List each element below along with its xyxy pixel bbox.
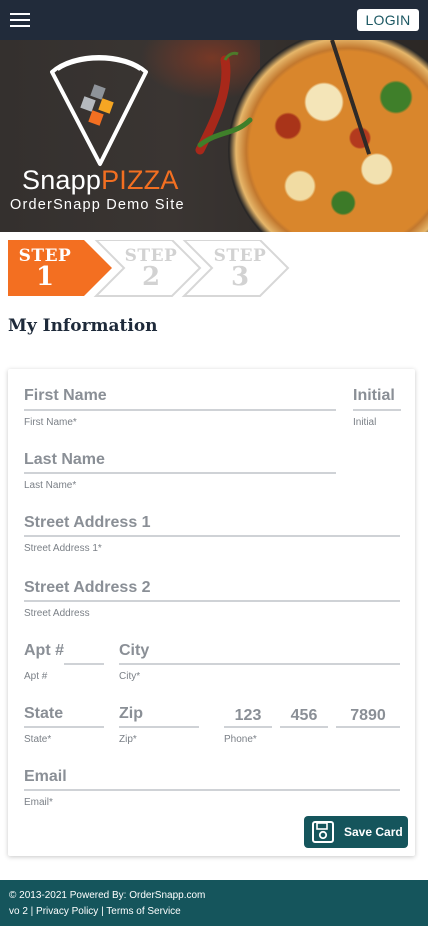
last-name-field[interactable]: Last Name Last Name*: [24, 451, 336, 491]
footer-copyright: © 2013-2021 Powered By: OrderSnapp.com: [9, 890, 206, 901]
street-address-1-underline: [24, 535, 400, 537]
last-name-underline: [24, 472, 336, 474]
state-underline: [24, 726, 104, 728]
phone-prefix-input[interactable]: 456: [280, 707, 328, 725]
hero-banner: SnappPIZZA OrderSnapp Demo Site: [0, 40, 428, 232]
first-name-label: First Name*: [24, 417, 77, 428]
step-2-label[interactable]: STEP 2: [106, 247, 196, 290]
brand-subtitle: OrderSnapp Demo Site: [10, 197, 185, 213]
footer-links[interactable]: vo 2 | Privacy Policy | Terms of Service: [9, 906, 181, 917]
brand-name-part1: Snapp: [22, 165, 102, 195]
phone-field: 123 456 7890 Phone*: [224, 705, 400, 745]
step-indicator: STEP 1 STEP 2 STEP 3: [8, 240, 290, 298]
phone-prefix-underline: [280, 726, 328, 728]
zip-placeholder: Zip: [119, 705, 143, 722]
street-address-1-placeholder: Street Address 1: [24, 514, 151, 531]
phone-label: Phone*: [224, 734, 257, 745]
last-name-placeholder: Last Name: [24, 451, 105, 468]
section-title: My Information: [8, 316, 158, 336]
city-underline: [119, 663, 400, 665]
phone-line-number-input[interactable]: 7890: [336, 707, 400, 725]
email-label: Email*: [24, 797, 53, 808]
state-placeholder: State: [24, 705, 64, 722]
login-button[interactable]: LOGIN: [357, 9, 419, 31]
footer: © 2013-2021 Powered By: OrderSnapp.com v…: [0, 880, 428, 926]
apt-placeholder: Apt #: [24, 642, 64, 659]
street-address-2-underline: [24, 600, 400, 602]
first-name-placeholder: First Name: [24, 387, 107, 404]
apt-label: Apt #: [24, 671, 48, 682]
street-address-1-field[interactable]: Street Address 1 Street Address 1*: [24, 514, 400, 554]
first-name-field[interactable]: First Name First Name*: [24, 387, 336, 428]
phone-area-code-underline: [224, 726, 272, 728]
phone-area-code-input[interactable]: 123: [224, 707, 272, 725]
first-name-underline: [24, 409, 336, 411]
email-underline: [24, 789, 400, 791]
zip-field[interactable]: Zip Zip*: [119, 705, 199, 745]
zip-underline: [119, 726, 199, 728]
information-form-card: First Name First Name* Initial Initial L…: [8, 369, 415, 856]
state-label: State*: [24, 734, 52, 745]
initial-placeholder: Initial: [353, 387, 395, 404]
initial-label: Initial: [353, 417, 377, 428]
street-address-2-field[interactable]: Street Address 2 Street Address: [24, 579, 400, 619]
state-field[interactable]: State State*: [24, 705, 104, 745]
initial-field[interactable]: Initial Initial: [353, 387, 401, 428]
street-address-1-label: Street Address 1*: [24, 543, 102, 554]
save-card-label: Save Card: [344, 825, 403, 839]
step-3-label[interactable]: STEP 3: [195, 247, 285, 290]
snapp-pizza-logo-icon: [50, 55, 148, 166]
top-navbar: LOGIN: [0, 0, 428, 40]
city-field[interactable]: City City*: [119, 642, 400, 682]
save-card-button[interactable]: Save Card: [304, 816, 408, 848]
city-label: City*: [119, 671, 141, 682]
apt-underline: [64, 663, 104, 665]
street-address-2-placeholder: Street Address 2: [24, 579, 151, 596]
initial-underline: [353, 409, 401, 411]
email-placeholder: Email: [24, 768, 67, 785]
step-1-label[interactable]: STEP 1: [0, 247, 90, 290]
floppy-disk-icon: [312, 821, 334, 843]
brand-wordmark: SnappPIZZA: [22, 165, 179, 196]
brand-name-part2: PIZZA: [101, 165, 179, 195]
email-field[interactable]: Email Email*: [24, 768, 400, 808]
street-address-2-label: Street Address: [24, 608, 90, 619]
phone-line-number-underline: [336, 726, 400, 728]
chili-pepper-decoration: [195, 51, 253, 155]
zip-label: Zip*: [119, 734, 137, 745]
hamburger-menu-icon[interactable]: [10, 13, 30, 27]
last-name-label: Last Name*: [24, 480, 77, 491]
city-placeholder: City: [119, 642, 150, 659]
apt-field[interactable]: Apt # Apt #: [24, 642, 104, 682]
